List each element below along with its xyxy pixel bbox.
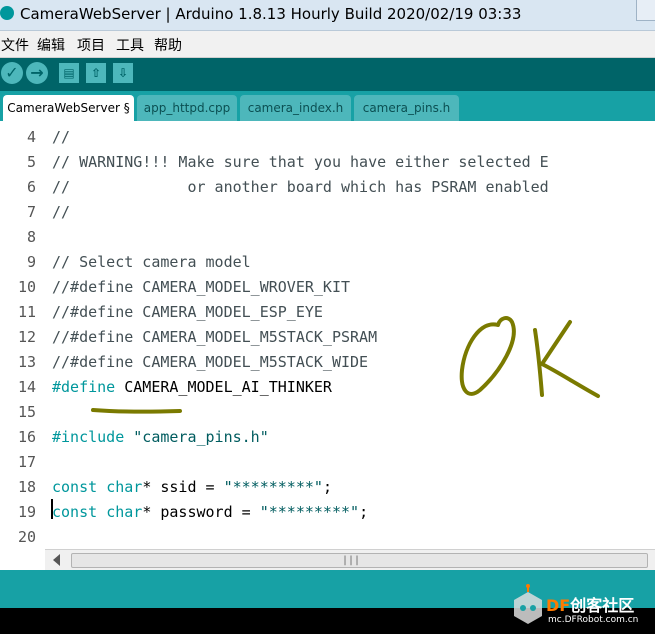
code-line[interactable]: // or another board which has PSRAM enab… (52, 178, 549, 196)
upload-button[interactable]: → (26, 62, 48, 84)
code-line[interactable]: //#define CAMERA_MODEL_WROVER_KIT (52, 278, 350, 296)
line-number: 11 (17, 303, 36, 321)
code-token: * password = (142, 503, 260, 521)
code-token: //#define CAMERA_MODEL_M5STACK_PSRAM (52, 328, 378, 346)
tab-camera-pins[interactable]: camera_pins.h (354, 95, 459, 121)
code-line[interactable]: // WARNING!!! Make sure that you have ei… (52, 153, 549, 171)
menu-edit[interactable]: 编辑 (37, 35, 65, 55)
line-number: 19 (17, 503, 36, 521)
code-line[interactable]: // (52, 128, 70, 146)
window-title: CameraWebServer | Arduino 1.8.13 Hourly … (20, 5, 522, 23)
line-number: 14 (17, 378, 36, 396)
save-sketch-button[interactable]: ⇩ (113, 63, 133, 83)
code-token: //#define CAMERA_MODEL_WROVER_KIT (52, 278, 351, 296)
code-line[interactable]: #define CAMERA_MODEL_AI_THINKER (52, 378, 332, 396)
line-number: 7 (26, 203, 36, 221)
code-token: char (106, 503, 143, 521)
file-tab-bar: CameraWebServer § app_httpd.cpp camera_i… (0, 91, 655, 121)
code-token: "camera_pins.h" (133, 428, 269, 446)
dfrobot-watermark: DF创客社区 mc.DFRobot.com.cn (506, 582, 655, 632)
grip-icon: ||| (342, 555, 361, 566)
code-token: //#define CAMERA_MODEL_ESP_EYE (52, 303, 323, 321)
line-number: 12 (17, 328, 36, 346)
code-token: const (52, 503, 98, 521)
code-token: CAMERA_MODEL_AI_THINKER (115, 378, 332, 396)
menu-help[interactable]: 帮助 (154, 35, 182, 55)
code-token: * ssid = (142, 478, 224, 496)
line-number-gutter: 4 5 6 7 8 9 10 11 12 13 14 15 16 17 18 19 20 (0, 121, 44, 549)
line-number: 5 (26, 153, 36, 171)
new-sketch-button[interactable]: ▤ (59, 63, 79, 83)
menu-bar: 文件 编辑 项目 工具 帮助 (0, 31, 655, 58)
code-token: // WARNING!!! Make sure that you have ei… (52, 153, 549, 171)
code-token: // or another board which has PSRAM enab… (52, 178, 549, 196)
handwritten-k-arms (539, 320, 600, 398)
code-line[interactable]: const char* password = "*********"; (52, 503, 368, 521)
code-line[interactable]: // (52, 203, 70, 221)
code-token: const (52, 478, 98, 496)
tab-camera-index[interactable]: camera_index.h (240, 95, 351, 121)
line-number: 13 (17, 353, 36, 371)
code-token: "*********" (259, 503, 360, 521)
line-number: 20 (17, 528, 36, 546)
handwritten-ok-annotation: OK (459, 316, 600, 398)
line-number: 18 (17, 478, 36, 496)
tab-app-httpd[interactable]: app_httpd.cpp (137, 95, 237, 121)
code-token: // (52, 203, 71, 221)
open-sketch-button[interactable]: ⇧ (86, 63, 106, 83)
handwritten-underline-annotation (91, 408, 182, 414)
code-token: //#define CAMERA_MODEL_M5STACK_WIDE (52, 353, 369, 371)
watermark-brand-df: DF (546, 596, 571, 615)
code-line[interactable]: //#define CAMERA_MODEL_M5STACK_PSRAM (52, 328, 377, 346)
scroll-left-arrow-icon[interactable] (53, 554, 60, 566)
dfrobot-robot-logo-icon (514, 584, 542, 624)
window-control-button[interactable] (636, 0, 655, 21)
watermark-brand: DF创客社区 (546, 592, 634, 616)
title-bar: CameraWebServer | Arduino 1.8.13 Hourly … (0, 0, 655, 31)
code-token: char (106, 478, 143, 496)
code-line[interactable]: const char* ssid = "*********"; (52, 478, 332, 496)
arrow-up-icon: ⇧ (90, 66, 102, 80)
tab-camerawebserver[interactable]: CameraWebServer § (3, 95, 134, 121)
new-file-icon: ▤ (63, 66, 75, 80)
code-line[interactable]: //#define CAMERA_MODEL_ESP_EYE (52, 303, 323, 321)
arduino-app-icon (0, 6, 14, 20)
code-line[interactable]: //#define CAMERA_MODEL_M5STACK_WIDE (52, 353, 368, 371)
watermark-url: mc.DFRobot.com.cn (548, 615, 639, 625)
line-number: 10 (17, 278, 36, 296)
checkmark-icon: ✓ (5, 63, 19, 82)
code-line[interactable]: // Select camera model (52, 253, 251, 271)
text-cursor (51, 499, 53, 519)
code-token: ; (322, 478, 332, 496)
arrow-down-icon: ⇩ (117, 66, 129, 80)
verify-button[interactable]: ✓ (1, 62, 23, 84)
menu-file[interactable]: 文件 (1, 35, 29, 55)
menu-tools[interactable]: 工具 (116, 35, 144, 55)
code-token: // Select camera model (52, 253, 251, 271)
code-token: #include (52, 428, 125, 446)
menu-project[interactable]: 项目 (77, 35, 105, 55)
line-number: 17 (17, 453, 36, 471)
horizontal-scrollbar[interactable]: ||| (45, 549, 655, 570)
line-number: 9 (26, 253, 36, 271)
arrow-right-icon: → (30, 63, 44, 82)
line-number: 15 (17, 403, 36, 421)
line-number: 16 (17, 428, 36, 446)
toolbar: ✓ → ▤ ⇧ ⇩ (0, 58, 655, 91)
scroll-thumb[interactable]: ||| (71, 553, 648, 568)
line-number: 6 (26, 178, 36, 196)
watermark-brand-cn: 创客社区 (570, 596, 635, 615)
code-token: "*********" (223, 478, 323, 496)
code-token: #define (52, 378, 116, 396)
handwritten-o-stroke (459, 316, 516, 396)
line-number: 8 (26, 228, 36, 246)
code-token: ; (359, 503, 369, 521)
code-token: // (52, 128, 71, 146)
code-line[interactable]: #include "camera_pins.h" (52, 428, 269, 446)
line-number: 4 (26, 128, 36, 146)
